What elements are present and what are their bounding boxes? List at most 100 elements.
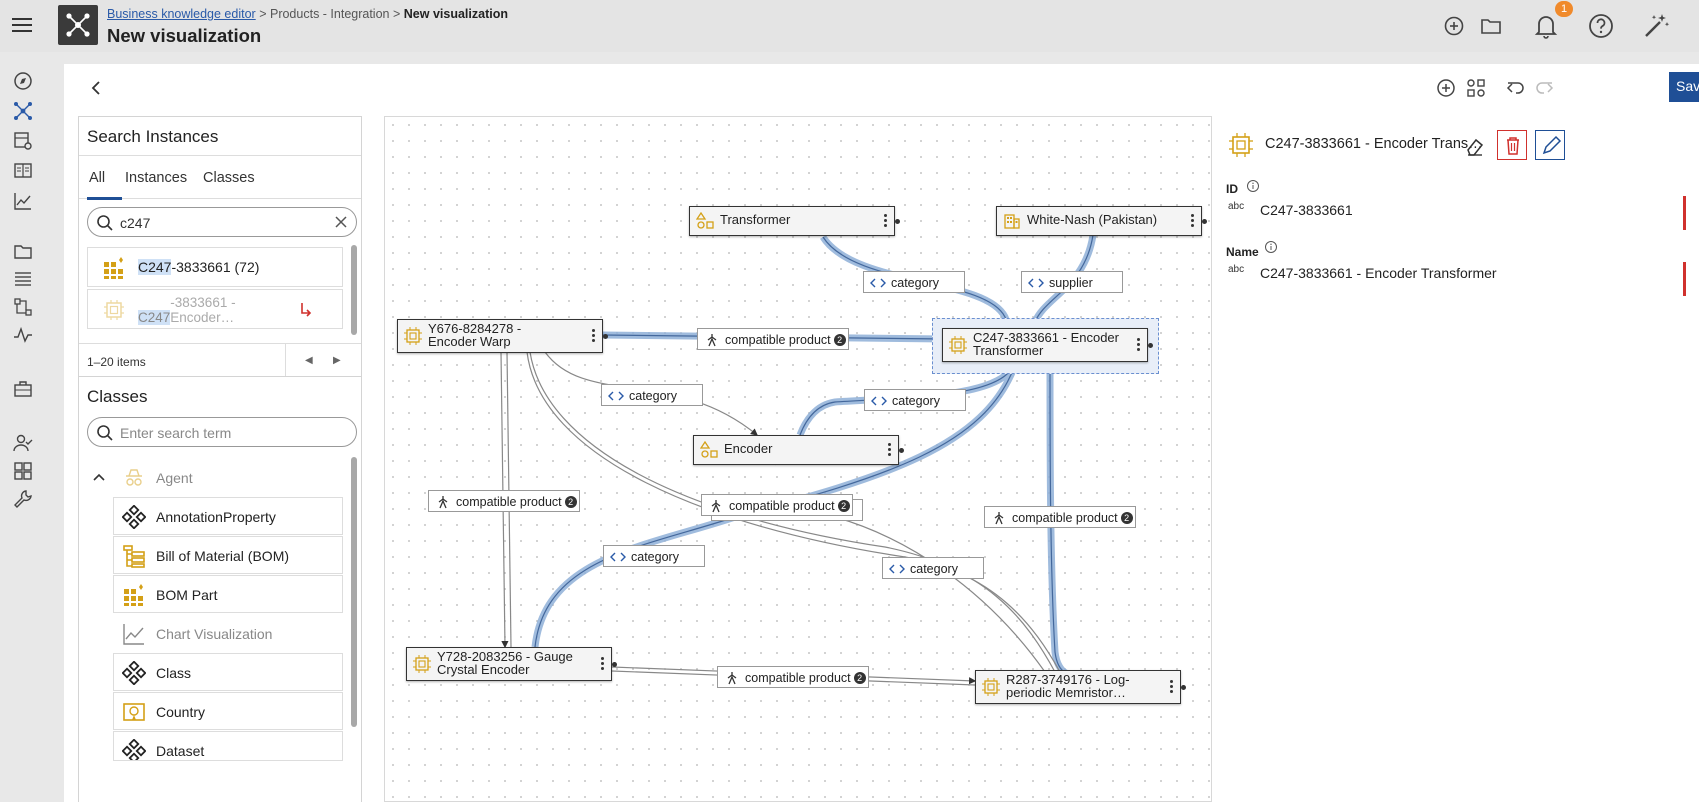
text-type-icon: abc (1228, 264, 1245, 275)
info-icon[interactable] (1246, 179, 1260, 193)
node-port[interactable] (895, 219, 900, 224)
save-button[interactable]: Save (1669, 72, 1699, 102)
graph-node-r287[interactable]: R287-3749176 - Log-periodic Memristor… (975, 670, 1186, 704)
class-item-dataset[interactable]: Dataset (113, 731, 343, 761)
class-item-label: Agent (156, 470, 193, 486)
folder-icon[interactable] (1477, 12, 1505, 40)
edge-label-compatible-product[interactable]: compatible product 2 (697, 328, 849, 350)
code-icon (871, 396, 887, 406)
graph-canvas[interactable]: category supplier compatible product 2 ca… (384, 116, 1218, 802)
node-port[interactable] (1148, 343, 1153, 348)
class-item-class[interactable]: Class (113, 653, 343, 691)
search-result-label: C247-3833661 (72) (138, 259, 259, 275)
clear-search-icon[interactable] (333, 214, 349, 230)
graph-node-y676[interactable]: Y676-8284278 - Encoder Warp (397, 319, 608, 353)
info-icon[interactable] (1264, 240, 1278, 254)
tab-classes[interactable]: Classes (203, 170, 255, 186)
drag-to-canvas-icon[interactable] (298, 302, 312, 318)
search-result-item[interactable]: C247-3833661 (72) (87, 247, 343, 287)
bom-part-icon (104, 257, 123, 279)
node-port[interactable] (1202, 219, 1207, 224)
class-item-label: Chart Visualization (156, 626, 273, 642)
delete-button[interactable] (1497, 130, 1527, 160)
toolbox-icon[interactable] (12, 378, 34, 400)
help-icon[interactable] (1585, 10, 1617, 42)
node-port[interactable] (603, 334, 608, 339)
node-more-icon[interactable] (599, 655, 605, 673)
node-more-icon[interactable] (886, 441, 892, 459)
edge-label-category[interactable]: category (864, 389, 966, 411)
edge-label-compatible-product[interactable]: compatible product 2 (701, 494, 853, 516)
class-item-country[interactable]: Country (113, 692, 343, 730)
add-circle-icon[interactable] (1440, 12, 1468, 40)
node-more-icon[interactable] (590, 327, 596, 345)
search-input[interactable]: c247 (87, 207, 357, 237)
graph-node-encoder[interactable]: Encoder (693, 435, 904, 465)
classes-scrollbar[interactable] (351, 457, 357, 727)
workflow-icon[interactable] (12, 296, 34, 318)
folder-nav-icon[interactable] (12, 240, 34, 262)
tab-all[interactable]: All (89, 170, 105, 186)
prev-page-icon[interactable]: ◀ (305, 355, 313, 366)
edge-label-supplier[interactable]: supplier (1021, 271, 1123, 293)
tab-instances[interactable]: Instances (125, 170, 187, 186)
list-filter-icon[interactable] (12, 268, 34, 290)
class-item-bom[interactable]: Bill of Material (BOM) (113, 536, 343, 574)
graph-nav-icon[interactable] (12, 100, 34, 122)
edge-label-category[interactable]: category (601, 384, 703, 406)
back-arrow-icon[interactable] (84, 76, 108, 100)
property-value-name[interactable]: C247-3833661 - Encoder Transformer (1260, 265, 1497, 281)
class-item-label: BOM Part (156, 587, 218, 603)
graph-node-c247[interactable]: C247-3833661 - Encoder Transformer (942, 328, 1153, 362)
node-more-icon[interactable] (882, 212, 888, 230)
name-required-indicator (1683, 262, 1686, 296)
wrench-icon[interactable] (12, 488, 34, 510)
user-check-icon[interactable] (12, 432, 34, 454)
node-more-icon[interactable] (1135, 336, 1141, 354)
database-search-icon[interactable] (12, 130, 34, 152)
graph-node-y728[interactable]: Y728-2083256 - Gauge Crystal Encoder (406, 647, 617, 681)
next-page-icon[interactable]: ▶ (333, 355, 341, 366)
book-icon[interactable] (12, 160, 34, 182)
class-search-input[interactable]: Enter search term (87, 417, 357, 447)
node-port[interactable] (612, 662, 617, 667)
class-search-placeholder: Enter search term (120, 425, 232, 441)
property-value-id[interactable]: C247-3833661 (1260, 202, 1353, 218)
node-port[interactable] (899, 448, 904, 453)
redo-icon[interactable] (1532, 76, 1556, 100)
edge-label-category[interactable]: category (882, 557, 984, 579)
spy-agent-icon (126, 469, 142, 486)
class-item-bom-part[interactable]: BOM Part (113, 575, 343, 613)
class-item-chart-visualization[interactable]: Chart Visualization (113, 614, 343, 652)
edge-label-compatible-product[interactable]: compatible product 2 (984, 506, 1136, 528)
edge-label-compatible-product[interactable]: compatible product 2 (717, 666, 869, 688)
code-icon (1028, 278, 1044, 288)
class-item-annotationproperty[interactable]: AnnotationProperty (113, 497, 343, 535)
magic-wand-icon[interactable] (1640, 10, 1672, 42)
edge-label-compatible-product[interactable]: compatible product 2 (428, 490, 580, 512)
activity-icon[interactable] (12, 324, 34, 346)
undo-icon[interactable] (1504, 76, 1528, 100)
search-result-item[interactable]: C247-3833661 - Encoder… (87, 289, 343, 329)
breadcrumb-root-link[interactable]: Business knowledge editor (107, 7, 256, 21)
layout-icon[interactable] (1464, 76, 1488, 100)
edge-label-category[interactable]: category (863, 271, 965, 293)
edit-button[interactable] (1535, 130, 1565, 160)
node-port[interactable] (1181, 685, 1186, 690)
add-node-icon[interactable] (1434, 76, 1458, 100)
chevron-up-icon[interactable] (91, 469, 107, 485)
hamburger-menu-icon[interactable] (10, 14, 34, 38)
line-chart-icon[interactable] (12, 190, 34, 212)
person-walk-icon (707, 334, 717, 347)
graph-node-transformer[interactable]: Transformer (689, 206, 900, 236)
dashboard-icon[interactable] (12, 460, 34, 482)
search-results-scrollbar[interactable] (351, 245, 357, 335)
node-more-icon[interactable] (1189, 212, 1195, 230)
edge-label-category[interactable]: category (603, 545, 705, 567)
class-item-agent[interactable]: Agent (113, 458, 343, 496)
graph-logo-icon[interactable] (58, 5, 98, 45)
node-more-icon[interactable] (1168, 678, 1174, 696)
eraser-button[interactable] (1459, 130, 1489, 160)
graph-node-white-nash[interactable]: White-Nash (Pakistan) (996, 206, 1207, 236)
compass-icon[interactable] (12, 70, 34, 92)
